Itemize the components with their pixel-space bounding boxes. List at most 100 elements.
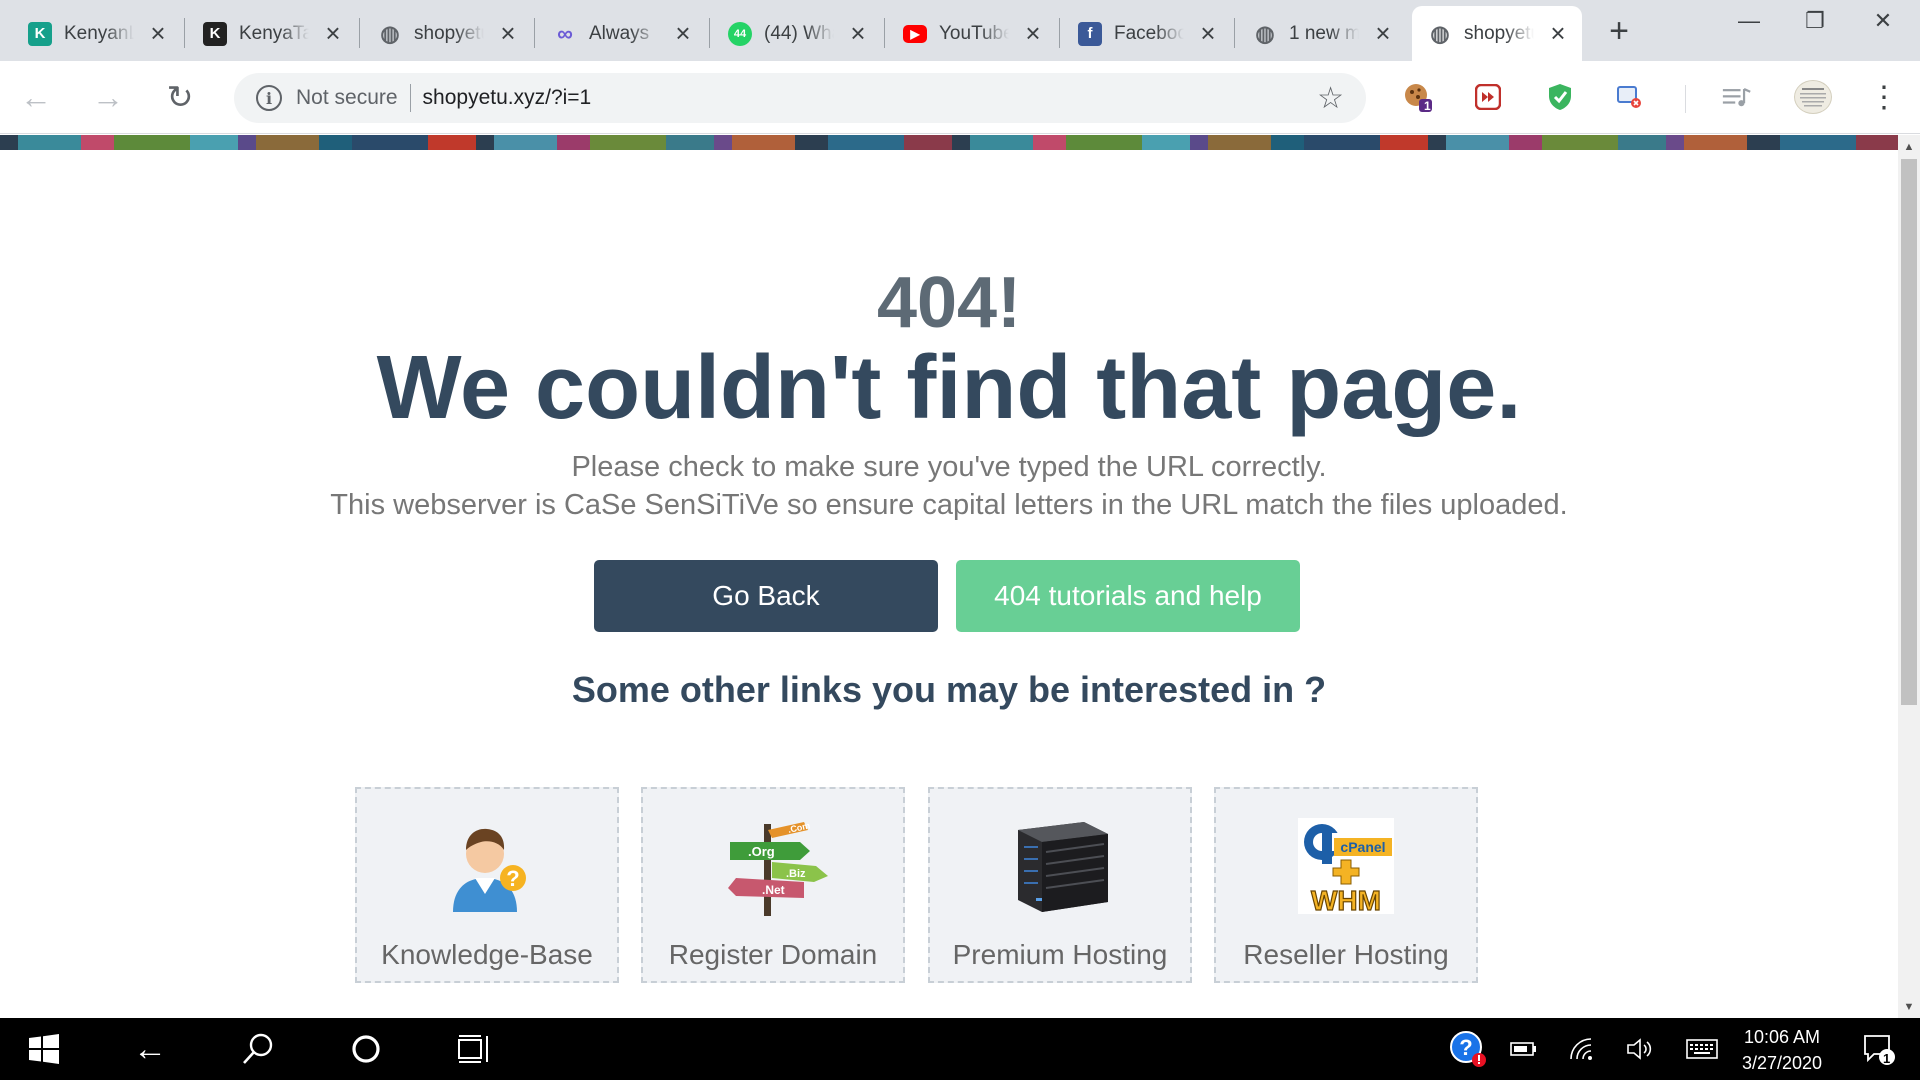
help-alert-icon[interactable]: ? bbox=[1446, 1018, 1490, 1080]
tab-separator bbox=[1234, 18, 1235, 48]
fast-forward-extension-icon[interactable] bbox=[1473, 82, 1503, 112]
tab-title: KenyaTalk bbox=[239, 22, 309, 44]
browser-tab[interactable]: K KenyaTalk × bbox=[187, 6, 357, 61]
omnibox-divider bbox=[409, 84, 411, 112]
browser-tab[interactable]: ◍ shopyetu × bbox=[362, 6, 532, 61]
reload-button[interactable]: ↻ bbox=[158, 75, 202, 119]
browser-tab[interactable]: ◍ 1 new m × bbox=[1237, 6, 1407, 61]
tutorials-help-button[interactable]: 404 tutorials and help bbox=[956, 560, 1300, 632]
back-button[interactable]: ← bbox=[14, 75, 58, 119]
page-content: 404! We couldn't find that page. Please … bbox=[0, 150, 1898, 1018]
svg-text:?: ? bbox=[1459, 1035, 1472, 1060]
page-scrollbar[interactable]: ▲ ▼ bbox=[1898, 135, 1920, 1018]
tab-title: Facebook bbox=[1114, 22, 1184, 44]
globe-icon: ◍ bbox=[380, 20, 400, 46]
facebook-icon: f bbox=[1078, 21, 1102, 46]
tab-title: shopyetu bbox=[1464, 22, 1534, 44]
tab-close-icon[interactable]: × bbox=[1369, 18, 1397, 48]
browser-tab[interactable]: K KenyanLife × bbox=[12, 6, 182, 61]
bookmark-star-icon[interactable]: ☆ bbox=[1317, 81, 1344, 116]
youtube-icon: ▶ bbox=[903, 24, 927, 43]
tab-title: 1 new m bbox=[1289, 22, 1359, 44]
kenyan-k-icon: K bbox=[28, 21, 52, 46]
not-secure-label: Not secure bbox=[296, 86, 398, 109]
tab-title: shopyetu bbox=[414, 22, 484, 44]
action-center-icon[interactable]: 1 bbox=[1854, 1018, 1904, 1080]
volume-icon[interactable] bbox=[1618, 1018, 1662, 1080]
card-label: Knowledge-Base bbox=[381, 939, 593, 970]
error-message-line-2: This webserver is CaSe SenSiTiVe so ensu… bbox=[330, 489, 1568, 521]
cast-extension-icon[interactable] bbox=[1614, 82, 1644, 112]
cpanel-whm-icon: cPanel WHM bbox=[1216, 811, 1476, 921]
tab-strip: K KenyanLife × K KenyaTalk × ◍ shopyetu × ∞ Always… bbox=[0, 0, 1920, 61]
signpost-net-label: .Net bbox=[762, 883, 785, 897]
go-back-button[interactable]: Go Back bbox=[594, 560, 938, 632]
scroll-up-arrow[interactable]: ▲ bbox=[1898, 137, 1920, 157]
browser-tab[interactable]: ◍ shopyetu × bbox=[1412, 6, 1582, 61]
close-window-button[interactable]: ✕ bbox=[1850, 0, 1916, 42]
knowledge-base-card[interactable]: ? Knowledge-Base bbox=[355, 787, 619, 983]
tab-close-icon[interactable]: × bbox=[494, 18, 522, 48]
cortana-circle-icon[interactable] bbox=[336, 1018, 396, 1080]
browser-tab[interactable]: f Facebook × bbox=[1062, 6, 1232, 61]
premium-hosting-card[interactable]: Premium Hosting bbox=[928, 787, 1192, 983]
svg-text:?: ? bbox=[506, 866, 519, 891]
whm-text: WHM bbox=[1311, 885, 1381, 916]
error-code: 404! bbox=[876, 263, 1022, 343]
tab-separator bbox=[534, 18, 535, 48]
tab-title: Always bbox=[589, 22, 650, 44]
back-arrow-icon[interactable]: ← bbox=[120, 1018, 180, 1080]
url-text[interactable]: shopyetu.xyz/?i=1 bbox=[423, 86, 592, 110]
scroll-down-arrow[interactable]: ▼ bbox=[1898, 997, 1920, 1017]
start-windows-icon[interactable] bbox=[14, 1018, 74, 1080]
domain-signpost-icon: .Com .Org .Biz .Net bbox=[643, 811, 903, 921]
tab-separator bbox=[359, 18, 360, 48]
tab-close-icon[interactable]: × bbox=[319, 18, 347, 48]
task-view-icon[interactable] bbox=[444, 1018, 504, 1080]
error-headline: We couldn't find that page. bbox=[376, 338, 1522, 438]
tab-close-icon[interactable]: × bbox=[1019, 18, 1047, 48]
error-message-line-1: Please check to make sure you've typed t… bbox=[571, 451, 1327, 483]
browser-tab[interactable]: ∞ Always × bbox=[537, 6, 707, 61]
other-links-heading: Some other links you may be interested i… bbox=[571, 669, 1327, 710]
windows-taskbar: ← ? 10:06 AM 3/27/2020 1 bbox=[0, 1018, 1920, 1080]
tab-title: KenyanLife bbox=[64, 22, 134, 44]
cpanel-text: cPanel bbox=[1340, 839, 1385, 855]
browser-menu-button[interactable]: ⋮ bbox=[1862, 75, 1906, 119]
cookie-extension-icon[interactable]: 1 bbox=[1403, 82, 1433, 113]
screen: K KenyanLife × K KenyaTalk × ◍ shopyetu × ∞ Always… bbox=[0, 0, 1920, 1080]
browser-tab[interactable]: 44 (44) WhatsApp × bbox=[712, 6, 882, 61]
extension-badge: 1 bbox=[1424, 99, 1431, 113]
battery-icon[interactable] bbox=[1502, 1018, 1546, 1080]
address-bar[interactable]: i Not secure shopyetu.xyz/?i=1 ☆ bbox=[234, 73, 1366, 123]
clock-time: 10:06 AM bbox=[1743, 1027, 1821, 1047]
wifi-icon[interactable] bbox=[1560, 1018, 1604, 1080]
tab-separator bbox=[1059, 18, 1060, 48]
forward-button[interactable]: → bbox=[86, 75, 130, 119]
tab-close-icon[interactable]: × bbox=[1544, 18, 1572, 48]
decorative-color-stripe bbox=[0, 135, 1904, 150]
register-domain-card[interactable]: .Com .Org .Biz .Net Register Domain bbox=[641, 787, 905, 983]
site-info-icon[interactable]: i bbox=[256, 85, 282, 111]
shield-extension-icon[interactable] bbox=[1545, 82, 1575, 112]
clock-date: 3/27/2020 bbox=[1741, 1053, 1823, 1073]
restore-button[interactable]: ❐ bbox=[1782, 0, 1848, 42]
browser-tab[interactable]: ▶ YouTube × bbox=[887, 6, 1057, 61]
search-icon[interactable] bbox=[228, 1018, 288, 1080]
system-clock[interactable]: 10:06 AM 3/27/2020 bbox=[1726, 1024, 1838, 1076]
tab-close-icon[interactable]: × bbox=[144, 18, 172, 48]
scrollbar-thumb[interactable] bbox=[1901, 159, 1917, 705]
globe-icon: ◍ bbox=[1255, 20, 1275, 46]
minimize-button[interactable]: — bbox=[1716, 0, 1782, 42]
signpost-org-label: .Org bbox=[748, 844, 775, 859]
media-queue-icon[interactable] bbox=[1722, 82, 1752, 112]
new-tab-button[interactable]: + bbox=[1600, 12, 1638, 50]
profile-avatar[interactable] bbox=[1794, 80, 1832, 114]
tab-close-icon[interactable]: × bbox=[669, 18, 697, 48]
signpost-com-label: .Com bbox=[787, 820, 811, 834]
tab-close-icon[interactable]: × bbox=[844, 18, 872, 48]
keyboard-icon[interactable] bbox=[1680, 1018, 1724, 1080]
tab-close-icon[interactable]: × bbox=[1194, 18, 1222, 48]
toolbar-divider bbox=[1685, 85, 1686, 113]
reseller-hosting-card[interactable]: cPanel WHM Reseller Hosting bbox=[1214, 787, 1478, 983]
